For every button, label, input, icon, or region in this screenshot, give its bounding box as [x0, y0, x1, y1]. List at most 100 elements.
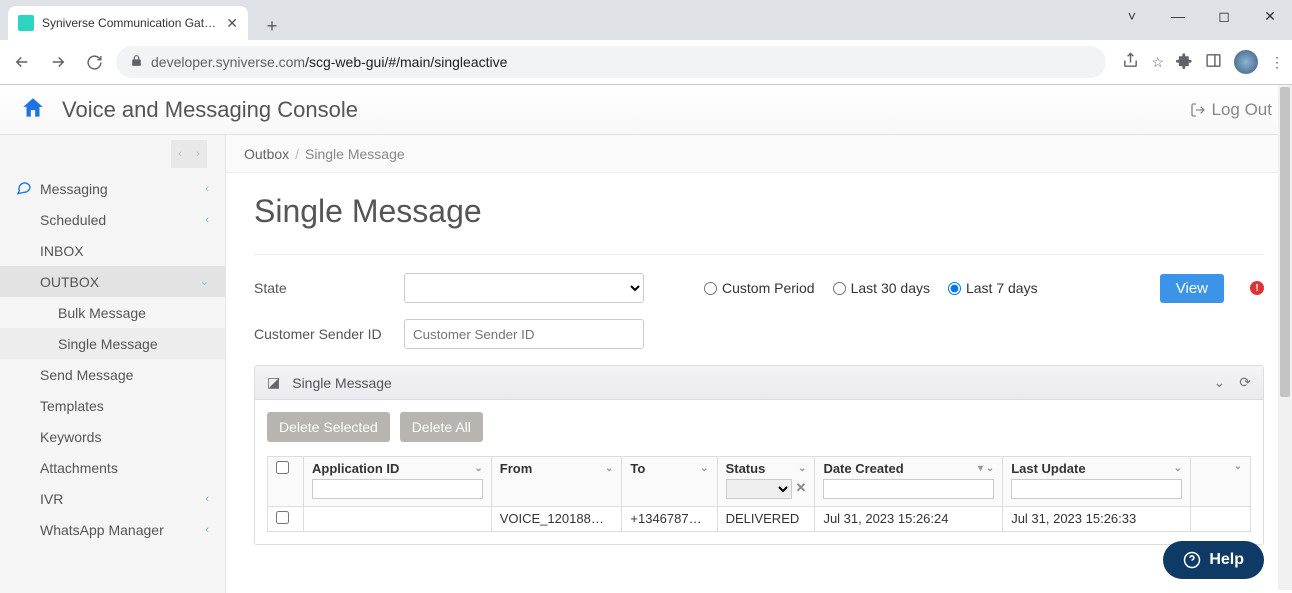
- alert-icon[interactable]: !: [1250, 281, 1264, 295]
- sidebar-next-icon[interactable]: ›: [189, 140, 207, 168]
- extensions-icon[interactable]: [1176, 52, 1193, 72]
- share-icon[interactable]: [1122, 52, 1139, 72]
- help-label: Help: [1209, 551, 1244, 569]
- messages-table: Application ID⌄ From⌄ To⌄: [267, 456, 1251, 532]
- lock-icon: [130, 54, 143, 70]
- sender-id-input[interactable]: [404, 319, 644, 349]
- chevron-left-icon: ‹: [205, 524, 209, 536]
- filter-application-id[interactable]: [312, 479, 483, 499]
- home-icon[interactable]: [20, 95, 46, 124]
- breadcrumb-parent[interactable]: Outbox: [244, 146, 289, 162]
- page-scrollbar[interactable]: [1278, 85, 1292, 590]
- table-row[interactable]: VOICE_120188… +1346787… DELIVERED Jul 31…: [268, 507, 1251, 532]
- sidebar-item-ivr[interactable]: IVR‹: [0, 483, 225, 514]
- cell-date-created: Jul 31, 2023 15:26:24: [815, 507, 1003, 532]
- period-7-radio[interactable]: Last 7 days: [948, 280, 1038, 296]
- panel-chevron-icon[interactable]: ⌄: [1214, 374, 1226, 391]
- col-status: Status⌄ ✕: [717, 457, 815, 507]
- back-button[interactable]: [8, 48, 36, 76]
- sort-icon[interactable]: ⌄: [1174, 463, 1182, 474]
- chevron-left-icon: ‹: [205, 214, 209, 226]
- breadcrumb-current: Single Message: [305, 146, 405, 162]
- bookmark-star-icon[interactable]: ☆: [1151, 54, 1164, 71]
- cell-to: +1346787…: [622, 507, 717, 532]
- col-date-created: Date Created▾ ⌄: [815, 457, 1003, 507]
- window-dropdown-icon[interactable]: ˅: [1118, 8, 1146, 25]
- sidebar-item-single-message[interactable]: Single Message: [0, 328, 225, 359]
- filter-last-update[interactable]: [1011, 479, 1182, 499]
- tab-close-icon[interactable]: ✕: [226, 15, 238, 32]
- sidebar-nav-arrows: ‹ ›: [171, 140, 207, 168]
- favicon-icon: [18, 15, 34, 31]
- messaging-icon: [16, 179, 32, 198]
- row-checkbox[interactable]: [276, 511, 289, 524]
- state-label: State: [254, 280, 384, 296]
- sidebar-section-label: Messaging: [40, 181, 108, 197]
- chevron-down-icon: ⌄: [200, 275, 209, 288]
- sidebar-item-scheduled[interactable]: Scheduled‹: [0, 204, 225, 235]
- breadcrumb: Outbox / Single Message: [226, 135, 1292, 173]
- sort-icon[interactable]: ⌄: [700, 463, 708, 474]
- delete-all-button[interactable]: Delete All: [400, 412, 483, 442]
- sidepanel-icon[interactable]: [1205, 52, 1222, 72]
- panel-title: Single Message: [292, 375, 392, 391]
- sort-desc-icon[interactable]: ▾ ⌄: [978, 463, 994, 474]
- new-tab-button[interactable]: +: [258, 12, 286, 40]
- sidebar-item-attachments[interactable]: Attachments: [0, 452, 225, 483]
- panel-refresh-icon[interactable]: ⟳: [1239, 374, 1251, 391]
- view-button[interactable]: View: [1160, 274, 1224, 303]
- sidebar-item-templates[interactable]: Templates: [0, 390, 225, 421]
- browser-tab[interactable]: Syniverse Communication Gatew ✕: [8, 6, 248, 40]
- menu-dots-icon[interactable]: ⋮: [1270, 54, 1284, 71]
- window-close-icon[interactable]: ✕: [1256, 8, 1284, 25]
- sidebar-item-inbox[interactable]: INBOX: [0, 235, 225, 266]
- sender-id-label: Customer Sender ID: [254, 326, 384, 342]
- app-title: Voice and Messaging Console: [62, 97, 358, 123]
- sidebar-item-whatsapp-manager[interactable]: WhatsApp Manager‹: [0, 514, 225, 545]
- cell-last-update: Jul 31, 2023 15:26:33: [1003, 507, 1191, 532]
- sidebar-item-outbox[interactable]: OUTBOX⌄: [0, 266, 225, 297]
- forward-button[interactable]: [44, 48, 72, 76]
- sidebar-item-send-message[interactable]: Send Message: [0, 359, 225, 390]
- filter-status-select[interactable]: [726, 479, 792, 499]
- help-button[interactable]: Help: [1163, 541, 1264, 579]
- sidebar-section-messaging[interactable]: Messaging ‹: [0, 173, 225, 204]
- chevron-left-icon: ‹: [205, 183, 209, 195]
- app-header: Voice and Messaging Console Log Out: [0, 85, 1292, 135]
- period-custom-radio[interactable]: Custom Period: [704, 280, 815, 296]
- logout-label: Log Out: [1212, 100, 1273, 120]
- cell-status: DELIVERED: [717, 507, 815, 532]
- window-controls: ˅ — ◻ ✕: [1118, 8, 1284, 25]
- chevron-left-icon: ‹: [205, 493, 209, 505]
- page-title: Single Message: [254, 193, 1264, 230]
- sort-icon[interactable]: ⌄: [605, 463, 613, 474]
- filter-date-created[interactable]: [823, 479, 994, 499]
- window-minimize-icon[interactable]: —: [1164, 8, 1192, 25]
- sort-icon[interactable]: ⌄: [474, 463, 482, 474]
- cell-from: VOICE_120188…: [491, 507, 622, 532]
- col-last-update: Last Update⌄: [1003, 457, 1191, 507]
- state-select[interactable]: [404, 273, 644, 303]
- url-text: developer.syniverse.com/scg-web-gui/#/ma…: [151, 54, 507, 70]
- address-bar[interactable]: developer.syniverse.com/scg-web-gui/#/ma…: [116, 46, 1106, 78]
- sidebar-item-bulk-message[interactable]: Bulk Message: [0, 297, 225, 328]
- window-maximize-icon[interactable]: ◻: [1210, 8, 1238, 25]
- col-application-id: Application ID⌄: [304, 457, 492, 507]
- logout-button[interactable]: Log Out: [1190, 100, 1273, 120]
- select-all-checkbox[interactable]: [276, 461, 289, 474]
- profile-avatar[interactable]: [1234, 50, 1258, 74]
- panel-collapse-icon[interactable]: ◪: [267, 374, 280, 391]
- reload-button[interactable]: [80, 48, 108, 76]
- sort-icon[interactable]: ⌄: [1234, 461, 1242, 472]
- period-30-radio[interactable]: Last 30 days: [833, 280, 930, 296]
- col-from: From⌄: [491, 457, 622, 507]
- delete-selected-button[interactable]: Delete Selected: [267, 412, 390, 442]
- clear-filter-icon[interactable]: ✕: [796, 480, 807, 496]
- sort-icon[interactable]: ⌄: [798, 463, 806, 474]
- browser-chrome: ˅ — ◻ ✕ Syniverse Communication Gatew ✕ …: [0, 0, 1292, 85]
- sidebar-prev-icon[interactable]: ‹: [171, 140, 189, 168]
- sidebar-item-keywords[interactable]: Keywords: [0, 421, 225, 452]
- col-to: To⌄: [622, 457, 717, 507]
- tab-title: Syniverse Communication Gatew: [42, 16, 218, 30]
- results-panel: ◪ Single Message ⌄ ⟳ Delete Selected Del…: [254, 365, 1264, 545]
